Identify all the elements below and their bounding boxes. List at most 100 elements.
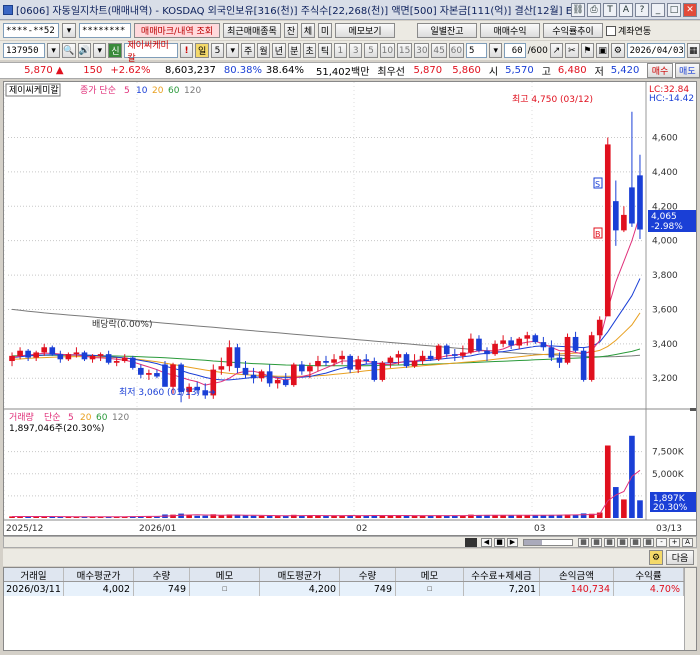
- header-buy-qty[interactable]: 수량: [134, 568, 190, 581]
- credit-button[interactable]: 신: [108, 43, 123, 58]
- candle-body: [443, 345, 450, 355]
- account-dropdown-icon[interactable]: ▾: [62, 23, 76, 38]
- settings-icon[interactable]: ⚙: [649, 550, 663, 565]
- trade-mark-query-button[interactable]: 매매마크/내역 조회: [134, 23, 220, 38]
- speaker-icon[interactable]: 🔊: [77, 43, 92, 58]
- interval-15[interactable]: 15: [396, 43, 413, 58]
- tool-6-icon[interactable]: ▦: [643, 537, 654, 547]
- scroll-track[interactable]: [523, 538, 573, 546]
- daily-balance-button[interactable]: 일별잔고: [417, 23, 477, 38]
- trade-profit-button[interactable]: 매매수익: [480, 23, 540, 38]
- close-button[interactable]: ✕: [683, 2, 697, 17]
- header-trade-date[interactable]: 거래일: [4, 568, 64, 581]
- flag-icon[interactable]: ⚑: [580, 43, 594, 58]
- price-volume-chart[interactable]: 제이씨케미칼 종가 단순 5 10 20 60 120 LC:32.84 HC:…: [4, 82, 696, 535]
- period-dropdown-icon[interactable]: ▾: [226, 43, 240, 58]
- menu-dropdown-icon[interactable]: ▾: [93, 43, 107, 58]
- period-count[interactable]: 5: [210, 43, 225, 58]
- header-sell-memo[interactable]: 메모: [396, 568, 464, 581]
- chart-tool-icon[interactable]: ↗: [549, 43, 564, 58]
- save-icon[interactable]: ▣: [595, 43, 610, 58]
- stock-code-input[interactable]: 137950: [3, 43, 45, 58]
- header-sell-qty[interactable]: 수량: [340, 568, 396, 581]
- interval-30[interactable]: 30: [414, 43, 430, 58]
- scroll-start-icon[interactable]: [465, 537, 477, 547]
- memo-view-button[interactable]: 메모보기: [335, 23, 395, 38]
- profit-trend-button[interactable]: 수익률추이: [543, 23, 603, 38]
- settings-icon[interactable]: ⚙: [611, 43, 625, 58]
- period-minute[interactable]: 분: [287, 43, 301, 58]
- interval-select[interactable]: 5: [465, 43, 488, 58]
- tool-5-icon[interactable]: ▦: [630, 537, 641, 547]
- period-tick[interactable]: 틱: [318, 43, 332, 58]
- cell-buy-memo[interactable]: ▫: [190, 582, 260, 596]
- date-input[interactable]: 2026/04/03: [626, 43, 685, 58]
- code-dropdown-icon[interactable]: ▾: [46, 43, 61, 58]
- print-icon[interactable]: ⎙: [587, 2, 601, 17]
- executed-button[interactable]: 체: [301, 23, 315, 38]
- period-monthly[interactable]: 월: [256, 43, 271, 58]
- count-input[interactable]: 60: [504, 43, 526, 58]
- header-fee-tax[interactable]: 수수료+제세금: [464, 568, 540, 581]
- password-field[interactable]: ********: [79, 23, 131, 38]
- interval-5[interactable]: 5: [364, 43, 378, 58]
- tool-1-icon[interactable]: ▦: [578, 537, 589, 547]
- volume-value-label: 1,897,046주(20.30%): [9, 423, 104, 434]
- scroll-thumb[interactable]: [524, 539, 542, 545]
- stop-button[interactable]: ■: [494, 537, 505, 547]
- memo-icon[interactable]: ▫: [426, 584, 432, 594]
- panel-resize-handle[interactable]: [690, 408, 696, 411]
- calendar-icon[interactable]: ▦: [686, 43, 700, 58]
- link-icon[interactable]: ⛓: [571, 2, 585, 17]
- period-yearly[interactable]: 년: [272, 43, 286, 58]
- interval-3[interactable]: 3: [349, 43, 363, 58]
- tool-4-icon[interactable]: ▦: [617, 537, 628, 547]
- zoom-in-button[interactable]: +: [669, 537, 680, 547]
- table-scrollbar[interactable]: [684, 568, 696, 650]
- period-daily[interactable]: 일: [195, 43, 209, 58]
- unexecuted-button[interactable]: 미: [318, 23, 332, 38]
- interval-dropdown-icon[interactable]: ▾: [489, 43, 503, 58]
- font-size-button[interactable]: A: [682, 537, 693, 547]
- minimize-button[interactable]: _: [651, 2, 665, 17]
- chart-area[interactable]: 제이씨케미칼 종가 단순 5 10 20 60 120 LC:32.84 HC:…: [3, 81, 697, 536]
- header-sell-avg[interactable]: 매도평균가: [260, 568, 340, 581]
- tool-2-icon[interactable]: ▦: [591, 537, 602, 547]
- account-select[interactable]: ****-**52: [3, 23, 59, 38]
- help-icon[interactable]: ?: [635, 2, 649, 17]
- header-buy-memo[interactable]: 메모: [190, 568, 260, 581]
- alert-icon[interactable]: A: [619, 2, 633, 17]
- interval-10[interactable]: 10: [379, 43, 395, 58]
- price-tick-label: 3,600: [652, 305, 678, 315]
- cell-sell-memo[interactable]: ▫: [396, 582, 464, 596]
- interval-45[interactable]: 45: [431, 43, 447, 58]
- candle-body: [57, 354, 64, 360]
- period-weekly[interactable]: 주: [241, 43, 255, 58]
- header-buy-avg[interactable]: 매수평균가: [64, 568, 134, 581]
- interval-1[interactable]: 1: [333, 43, 347, 58]
- header-return[interactable]: 수익률: [614, 568, 684, 581]
- header-profit[interactable]: 손익금액: [540, 568, 614, 581]
- tool-3-icon[interactable]: ▦: [604, 537, 615, 547]
- candle-body: [621, 214, 627, 231]
- balance-button[interactable]: 잔: [284, 23, 298, 38]
- scroll-right-button[interactable]: ▶: [507, 537, 518, 547]
- maximize-button[interactable]: □: [667, 2, 681, 17]
- interval-60[interactable]: 60: [448, 43, 464, 58]
- sell-button[interactable]: 매도: [674, 63, 700, 78]
- tag-icon[interactable]: T: [603, 2, 617, 17]
- chart-stock-label: 제이씨케미칼: [9, 85, 59, 96]
- buy-button[interactable]: 매수: [647, 63, 673, 78]
- scissors-icon[interactable]: ✂: [565, 43, 579, 58]
- account-link-checkbox[interactable]: 계좌연동: [606, 24, 651, 37]
- recent-trades-button[interactable]: 최근매매종목: [223, 23, 281, 38]
- memo-icon[interactable]: ▫: [221, 584, 227, 594]
- scroll-left-button[interactable]: ◀: [481, 537, 492, 547]
- period-second[interactable]: 초: [302, 43, 317, 58]
- next-button[interactable]: 다음: [666, 550, 694, 565]
- zoom-out-button[interactable]: -: [656, 537, 667, 547]
- warning-button[interactable]: !: [179, 43, 194, 58]
- table-row[interactable]: 2026/03/11 4,002 749 ▫ 4,200 749 ▫ 7,201…: [4, 582, 696, 596]
- search-icon[interactable]: 🔍: [62, 43, 76, 58]
- candle-body: [242, 367, 249, 375]
